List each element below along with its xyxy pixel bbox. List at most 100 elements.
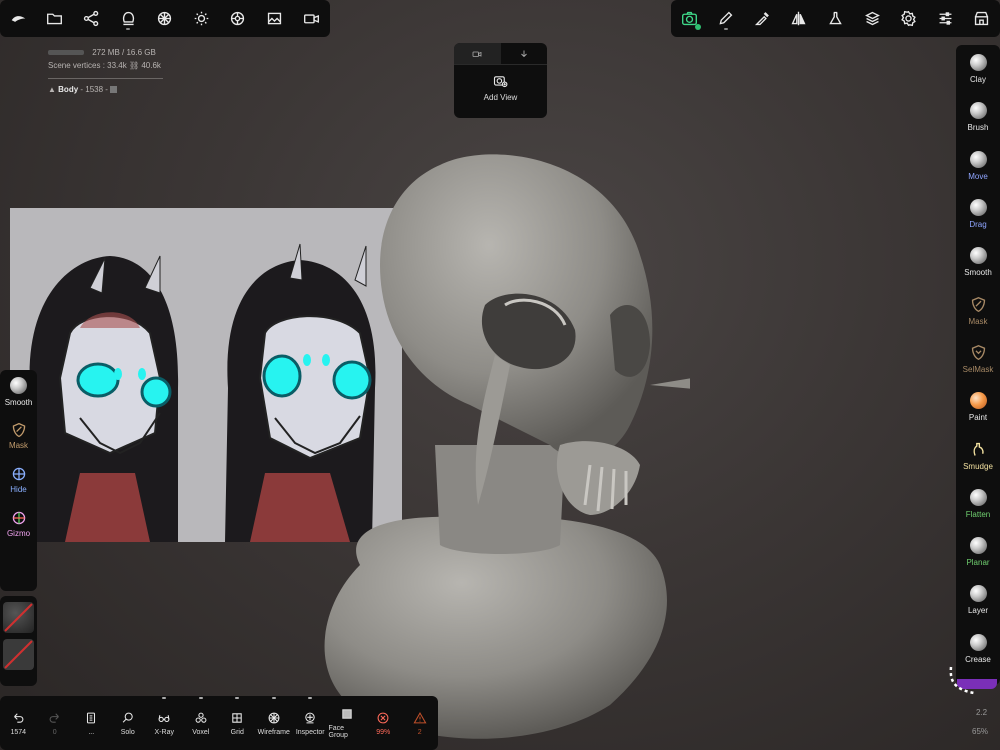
flask-icon[interactable] — [817, 0, 854, 37]
top-left-toolbar — [0, 0, 330, 37]
scene-info: 272 MB / 16.6 GB Scene vertices : 33.4k … — [48, 46, 163, 96]
video-camera-icon[interactable] — [293, 0, 330, 37]
object-name: Body — [58, 85, 79, 94]
tool-paint[interactable]: Paint — [956, 383, 1000, 431]
color-swatch[interactable] — [3, 639, 34, 670]
bottom-bar-label: Face Group — [328, 725, 348, 739]
object-color-swatch — [110, 86, 118, 94]
tool-label: Smooth — [964, 268, 992, 278]
light-sun-icon[interactable] — [183, 0, 220, 37]
info-divider — [48, 78, 163, 79]
nomad-logo-icon[interactable] — [0, 0, 37, 37]
add-view-label: Add View — [483, 93, 518, 102]
tool-smooth[interactable]: Smooth — [956, 238, 1000, 286]
tool-label: Flatten — [965, 509, 991, 519]
settings-gear-icon[interactable] — [890, 0, 927, 37]
tool-selmask[interactable]: SelMask — [956, 335, 1000, 383]
left-tool-label: Gizmo — [6, 529, 31, 538]
solo-button[interactable]: Solo — [110, 696, 147, 750]
tool-planar[interactable]: Planar — [956, 528, 1000, 576]
view-tabs — [454, 43, 547, 65]
material-swatch[interactable] — [3, 602, 34, 633]
tool-clay[interactable]: Clay — [956, 45, 1000, 93]
vertices-label: Scene vertices : — [48, 61, 105, 70]
bottom-bar-label: 2 — [417, 728, 422, 736]
move-icon — [969, 150, 987, 168]
camera-icon[interactable] — [671, 0, 708, 37]
stroke-preview-icon[interactable] — [946, 665, 976, 697]
layers-icon[interactable] — [854, 0, 891, 37]
xray-button[interactable]: X-Ray — [146, 696, 183, 750]
tab-download-view[interactable] — [501, 43, 548, 64]
tool-label: Brush — [967, 123, 989, 133]
drag-icon — [969, 199, 987, 217]
smooth-icon — [10, 377, 27, 394]
add-view-button[interactable]: Add View — [454, 73, 547, 102]
gizmo-icon — [12, 511, 25, 525]
voxel-button[interactable]: Voxel — [183, 696, 220, 750]
tool-brush[interactable]: Brush — [956, 93, 1000, 141]
selmask-icon — [971, 344, 985, 360]
vertices-row: Scene vertices : 33.4k ⛓ 40.6k — [48, 59, 163, 72]
store-icon[interactable] — [964, 0, 1000, 37]
link-icon: ⛓ — [128, 61, 142, 70]
error-status-button[interactable]: 99% — [365, 696, 402, 750]
tool-move[interactable]: Move — [956, 142, 1000, 190]
tool-drag[interactable]: Drag — [956, 190, 1000, 238]
magnifier-icon — [122, 712, 133, 723]
grid-button[interactable]: Grid — [219, 696, 256, 750]
tool-flatten[interactable]: Flatten — [956, 480, 1000, 528]
sliders-icon[interactable] — [927, 0, 964, 37]
wireframe-icon — [268, 712, 280, 723]
disabled-slash-icon — [4, 640, 33, 669]
voxel-icon — [195, 712, 207, 723]
left-tool-mask[interactable]: Mask — [0, 414, 37, 458]
tab-camera-view[interactable] — [454, 43, 501, 64]
pen-icon[interactable] — [708, 0, 745, 37]
tool-label: Layer — [967, 606, 988, 616]
version-text: 2.2 — [976, 708, 988, 717]
mask-shield-icon — [12, 422, 25, 438]
bottom-bar-label: 99% — [376, 728, 391, 736]
left-tool-smooth[interactable]: Smooth — [0, 370, 37, 414]
left-tool-hide[interactable]: Hide — [0, 458, 37, 502]
object-row[interactable]: ▲ Body - 1538 - — [48, 83, 163, 96]
more-menu-button[interactable]: ... — [73, 696, 110, 750]
vertices-count: 33.4k — [107, 61, 127, 70]
tool-label: Mask — [968, 316, 988, 326]
inspector-icon — [305, 712, 315, 723]
dropper-icon[interactable] — [744, 0, 781, 37]
scene-icon[interactable] — [110, 0, 147, 37]
sculpt-model[interactable] — [310, 145, 690, 750]
tool-label: Planar — [966, 558, 990, 568]
undo-count: 1574 — [10, 728, 27, 736]
top-right-toolbar — [671, 0, 1000, 37]
tool-label: SelMask — [962, 364, 994, 374]
bottom-toolbar: 1574 0 ... Solo X-Ray Voxel Grid Wirefra… — [0, 696, 438, 750]
undo-button[interactable]: 1574 — [0, 696, 37, 750]
image-icon[interactable] — [256, 0, 293, 37]
mesh-icon[interactable] — [146, 0, 183, 37]
bottom-bar-label: Wireframe — [257, 728, 290, 736]
memory-row: 272 MB / 16.6 GB — [48, 46, 163, 59]
folder-icon[interactable] — [37, 0, 74, 37]
symmetry-icon[interactable] — [781, 0, 818, 37]
wireframe-button[interactable]: Wireframe — [256, 696, 293, 750]
face-group-button[interactable]: Face Group — [329, 696, 366, 750]
material-icon[interactable] — [220, 0, 257, 37]
left-tool-label: Mask — [8, 441, 29, 450]
warning-status-button[interactable]: 2 — [402, 696, 439, 750]
tool-smudge[interactable]: Smudge — [956, 431, 1000, 479]
share-nodes-icon[interactable] — [73, 0, 110, 37]
view-panel: Add View — [454, 43, 547, 118]
color-swatches — [0, 596, 37, 686]
tool-mask[interactable]: Mask — [956, 286, 1000, 334]
left-tool-label: Smooth — [4, 398, 33, 407]
memory-text: 272 MB / 16.6 GB — [92, 48, 156, 57]
left-tool-gizmo[interactable]: Gizmo — [0, 502, 37, 546]
tool-layer[interactable]: Layer — [956, 576, 1000, 624]
mask-shield-icon — [971, 296, 985, 312]
inspector-button[interactable]: Inspector — [292, 696, 329, 750]
redo-button[interactable]: 0 — [37, 696, 74, 750]
face-group-icon — [342, 709, 352, 719]
